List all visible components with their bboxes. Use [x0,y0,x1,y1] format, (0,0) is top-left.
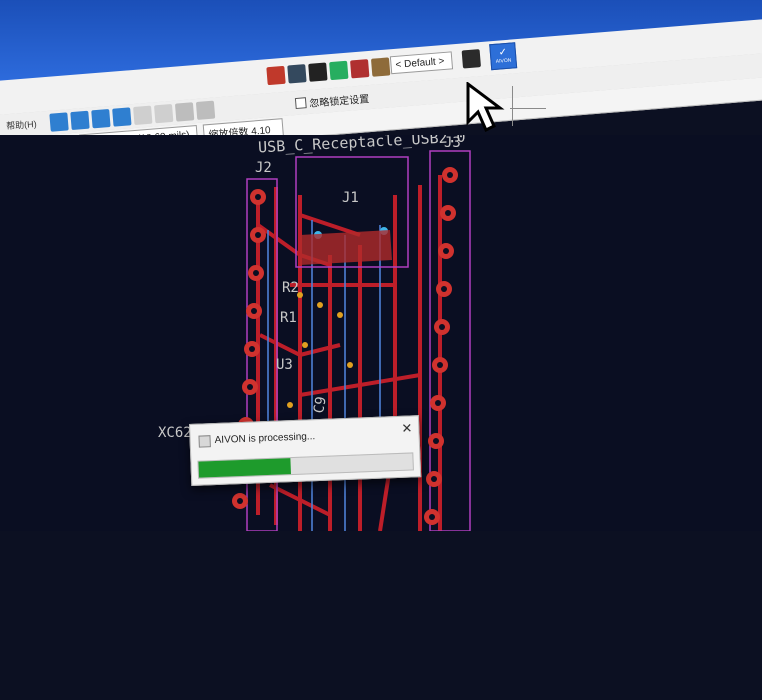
mirror-icon[interactable] [112,107,132,127]
netlist-icon[interactable] [266,65,286,86]
ref-r2: R2 [282,280,299,296]
ref-u3: U3 [276,357,293,373]
dialog-title: AIVON is processing... [214,431,316,447]
aivon-app-icon [198,435,211,448]
lock-icon[interactable] [174,102,195,122]
ref-r1: R1 [280,310,297,326]
ref-j3: J3 [444,135,461,151]
group-icon[interactable] [133,105,153,126]
flip-icon[interactable] [91,108,111,129]
aivon-progress-dialog: AIVON is processing... ✕ [189,415,422,486]
ref-c9: C9 [311,395,330,415]
ungroup-icon[interactable] [154,103,174,124]
progress-bar [197,452,414,479]
help-menu[interactable]: 帮助(H) [6,117,37,132]
rotate-ccw-icon[interactable] [49,112,69,132]
terminal-icon[interactable] [461,49,481,69]
view-preset-value: < Default > [395,55,445,71]
ignore-lock-label: 忽略锁定设置 [308,93,370,110]
route-icon[interactable] [370,57,391,77]
aivon-label: AIVON [495,57,512,65]
drc-icon[interactable] [329,60,349,81]
close-icon[interactable]: ✕ [401,420,413,436]
rotate-cw-icon[interactable] [70,110,90,131]
crosshair [510,108,546,109]
aivon-button[interactable]: ✓ AIVON [489,42,518,71]
view-preset-select[interactable]: < Default > [389,51,454,75]
ref-j2: J2 [255,160,272,176]
unlock-icon[interactable] [195,100,216,120]
inspect-icon[interactable] [350,59,370,79]
ref-j1: J1 [342,190,359,206]
progress-bar-fill [198,458,292,478]
plot-icon[interactable] [308,62,328,82]
ignore-lock-checkbox[interactable] [294,96,307,109]
fabrication-icon[interactable] [287,64,307,84]
mouse-cursor-icon [466,82,505,133]
